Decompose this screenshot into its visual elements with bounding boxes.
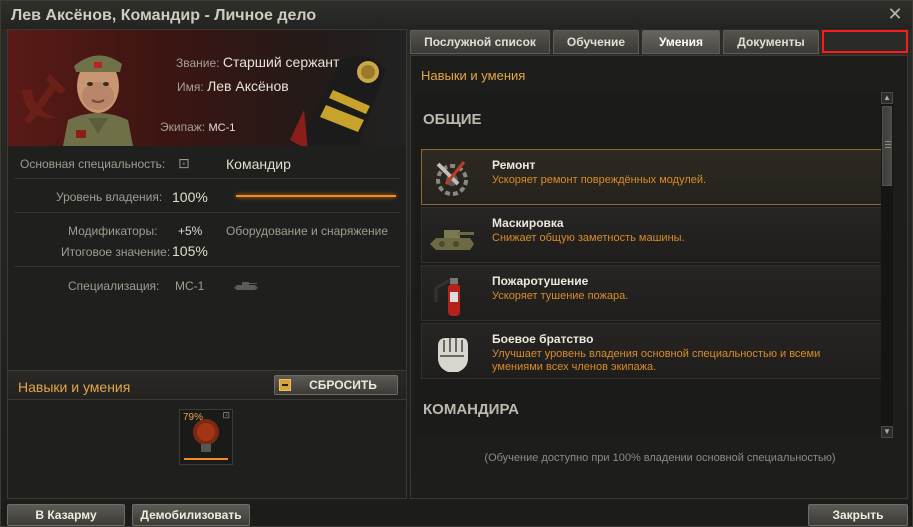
reset-label: СБРОСИТЬ [309,378,377,392]
skills-header: Навыки и умения СБРОСИТЬ [8,370,406,400]
rank-label: Звание: [176,56,220,70]
specialization-label: Специализация: [68,279,160,293]
divider [14,266,400,267]
final-value-label: Итоговое значение: [61,245,171,259]
section-title-common: ОБЩИЕ [423,111,482,128]
skill-progress-label: 79% [183,412,204,423]
skill-description: Снижает общую заметность машины. [492,232,685,244]
tab-service-record[interactable]: Послужной список [410,30,550,54]
binoculars-icon: ⊡ [178,155,190,171]
grip-icon [885,141,891,142]
skill-name: Ремонт [492,158,536,172]
main-specialty-label: Основная специальность: [20,157,166,171]
mastery-progress-bar [236,195,396,197]
skills-panel: Навыки и умения ОБЩИЕ Ремонт Ускоряет ре… [410,55,908,499]
modifiers-label: Модификаторы: [68,224,158,238]
close-icon[interactable]: ✕ [886,5,904,23]
training-footnote: (Обучение доступно при 100% владении осн… [484,452,836,464]
skill-progress-bar [184,458,228,460]
divider [14,212,400,213]
name-label: Имя: [177,80,204,94]
skills-scrollbar[interactable]: ▲ ▼ [881,92,893,438]
skill-camouflage[interactable]: Маскировка Снижает общую заметность маши… [421,207,883,263]
personal-file-window: Лев Аксёнов, Командир - Личное дело ✕ Зв… [0,0,913,527]
barracks-button[interactable]: В Казарму [7,504,125,526]
mastery-label: Уровень владения: [56,190,163,204]
scroll-up-icon[interactable]: ▲ [881,92,893,104]
close-button[interactable]: Закрыть [808,504,908,526]
tankman-portrait [63,55,133,146]
skill-name: Пожаротушение [492,274,589,288]
tab-skills[interactable]: Умения [642,30,720,54]
tank-silhouette-icon [234,282,258,290]
specialization-value: МС-1 [175,279,205,293]
shoulder-strap-icon [290,55,386,146]
skills-panel-header: Навыки и умения [421,68,526,83]
main-specialty-value: Командир [226,156,291,172]
tankman-info-panel: Звание: Старший сержант Имя: Лев Аксёнов… [7,29,407,499]
binoculars-icon: ⊡ [222,410,230,420]
brotherhood-fist-icon [438,338,468,372]
highlight-box [822,30,908,53]
camouflage-tank-icon [430,230,474,250]
skill-description: Ускоряет ремонт повреждённых модулей. [492,174,707,186]
skill-name: Боевое братство [492,332,594,346]
reset-icon [279,379,291,391]
modifiers-value: +5% [178,224,203,238]
tab-training[interactable]: Обучение [553,30,639,54]
fire-extinguisher-icon [434,278,460,316]
repair-wrench-icon [436,161,468,196]
name-value: Лев Аксёнов [207,78,289,94]
reset-skills-button[interactable]: СБРОСИТЬ [274,375,398,395]
scroll-thumb[interactable] [882,106,892,186]
skills-title: Навыки и умения [18,379,131,395]
skill-brotherhood[interactable]: Боевое братство Улучшает уровень владени… [421,323,883,379]
final-value: 105% [172,243,208,259]
tab-documents[interactable]: Документы [723,30,819,54]
scroll-down-icon[interactable]: ▼ [881,426,893,438]
section-title-commander: КОМАНДИРА [423,401,519,418]
mastery-value: 100% [172,189,208,205]
title-bar: Лев Аксёнов, Командир - Личное дело ✕ [1,1,912,29]
skills-list: ОБЩИЕ Ремонт Ускоряет ремонт повреждённы… [415,91,891,436]
skill-description: Улучшает уровень владения основной специ… [492,348,821,373]
portrait-banner: Звание: Старший сержант Имя: Лев Аксёнов… [8,30,406,146]
new-skill-slot[interactable]: 79% ⊡ [179,409,233,465]
skill-repair[interactable]: Ремонт Ускоряет ремонт повреждённых моду… [421,149,883,205]
crew-label: Экипаж: [160,120,206,134]
skill-description: Ускоряет тушение пожара. [492,290,629,302]
skill-firefighting[interactable]: Пожаротушение Ускоряет тушение пожара. [421,265,883,321]
demobilize-button[interactable]: Демобилизовать [132,504,250,526]
divider [14,178,400,179]
crew-value: МС-1 [208,122,236,134]
skill-name: Маскировка [492,216,564,230]
modifiers-source: Оборудование и снаряжение [226,224,389,238]
window-title: Лев Аксёнов, Командир - Личное дело [11,7,317,24]
